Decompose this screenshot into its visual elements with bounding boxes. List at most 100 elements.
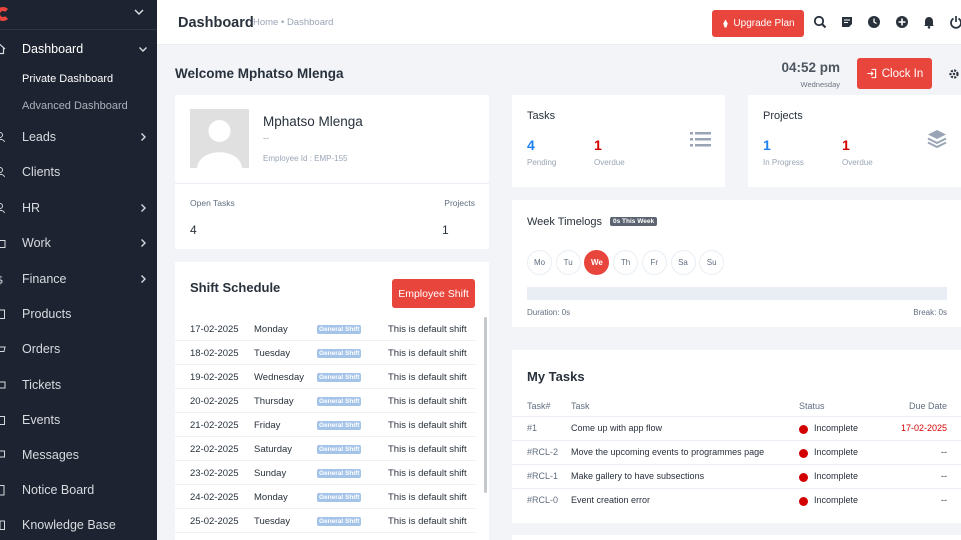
- sidebar-subitem-private-dashboard[interactable]: Private Dashboard: [22, 73, 113, 85]
- open-tasks-count[interactable]: 4: [190, 223, 197, 237]
- shift-day: Tuesday: [254, 516, 291, 527]
- task-row[interactable]: #1 Come up with app flow Incomplete 17-02-2…: [512, 416, 961, 440]
- task-name[interactable]: Come up with app flow: [571, 423, 662, 433]
- shift-note: This is default shift: [388, 396, 467, 407]
- day-we[interactable]: We: [584, 250, 610, 275]
- chevron-down-icon[interactable]: [133, 6, 145, 18]
- sidebar-item-notice-board[interactable]: Notice Board: [0, 472, 157, 507]
- shift-badge[interactable]: General Shift: [317, 373, 362, 382]
- task-number: #1: [527, 423, 538, 433]
- sidebar-item-label: Dashboard: [22, 41, 84, 56]
- breadcrumb[interactable]: Home • Dashboard: [253, 17, 333, 28]
- sidebar-item-events[interactable]: Events: [0, 402, 157, 437]
- task-status: Incomplete: [814, 471, 859, 481]
- sidebar-item-messages[interactable]: Messages: [0, 437, 157, 472]
- sidebar-item-label: Finance: [22, 271, 67, 286]
- shift-badge[interactable]: General Shift: [317, 325, 362, 334]
- shift-day: Monday: [254, 492, 288, 503]
- shift-row: 20-02-2025 Thursday General Shift This is d…: [175, 389, 475, 413]
- sidebar-item-label: Clients: [22, 164, 61, 179]
- tasks-overdue-count[interactable]: 1: [594, 137, 602, 153]
- sidebar-item-orders[interactable]: Orders: [0, 331, 157, 366]
- open-tasks-label: Open Tasks: [190, 198, 235, 208]
- projects-in-progress-count[interactable]: 1: [763, 137, 771, 153]
- shift-badge[interactable]: General Shift: [317, 397, 362, 406]
- shift-note: This is default shift: [388, 420, 467, 431]
- task-due-date: --: [941, 495, 947, 505]
- bell-icon[interactable]: [922, 15, 936, 29]
- day-su[interactable]: Su: [699, 250, 725, 275]
- shift-day: Friday: [254, 420, 281, 431]
- sidebar-header: [0, 0, 157, 30]
- cart-icon: [0, 346, 6, 352]
- my-tasks-title: My Tasks: [527, 369, 585, 384]
- status-dot: [799, 497, 808, 506]
- shift-day: Thursday: [254, 396, 294, 407]
- sidebar-item-dashboard[interactable]: Dashboard: [0, 31, 157, 66]
- task-name[interactable]: Move the upcoming events to programmes p…: [571, 447, 764, 457]
- power-icon[interactable]: [949, 15, 961, 29]
- sidebar-item-hr[interactable]: HR: [0, 190, 157, 225]
- task-number: #RCL-1: [527, 471, 559, 481]
- column-header-status: Status: [799, 401, 825, 411]
- task-row[interactable]: #RCL-1 Make gallery to have subsections In…: [512, 464, 961, 488]
- sidebar-item-knowledge-base[interactable]: Knowledge Base: [0, 507, 157, 540]
- shift-date: 23-02-2025: [190, 468, 239, 479]
- clock-in-button[interactable]: Clock In: [857, 58, 932, 89]
- tasks-pending-count[interactable]: 4: [527, 137, 535, 153]
- box-icon: [0, 309, 5, 319]
- day-fr[interactable]: Fr: [641, 250, 667, 275]
- week-timelogs-badge: 0s This Week: [610, 217, 658, 226]
- sidebar-item-finance[interactable]: $ Finance: [0, 261, 157, 296]
- sign-in-icon: [867, 68, 876, 79]
- gear-icon[interactable]: [948, 68, 960, 80]
- employee-designation: --: [263, 133, 269, 143]
- shift-badge[interactable]: General Shift: [317, 445, 362, 454]
- clock-icon[interactable]: [867, 15, 881, 29]
- day-th[interactable]: Th: [613, 250, 639, 275]
- ticket-icon: [0, 381, 6, 388]
- sidebar-item-leads[interactable]: Leads: [0, 119, 157, 154]
- tasks-title: Tasks: [527, 110, 556, 122]
- shift-badge[interactable]: General Shift: [317, 493, 362, 502]
- profile-card: Mphatso Mlenga -- Employee Id : EMP-155 …: [175, 95, 489, 249]
- sidebar-item-tickets[interactable]: Tickets: [0, 367, 157, 402]
- day-tu[interactable]: Tu: [555, 250, 581, 275]
- sidebar-item-clients[interactable]: Clients: [0, 154, 157, 189]
- scrollbar[interactable]: [484, 317, 487, 493]
- shift-badge[interactable]: General Shift: [317, 421, 362, 430]
- avatar: [190, 109, 249, 168]
- shift-badge[interactable]: General Shift: [317, 469, 362, 478]
- sidebar-item-label: Products: [22, 306, 72, 321]
- upgrade-plan-button[interactable]: Upgrade Plan: [712, 10, 804, 37]
- shift-row: 19-02-2025 Wednesday General Shift This is …: [175, 365, 475, 389]
- sidebar-item-label: Leads: [22, 129, 57, 144]
- sidebar-subitem-advanced-dashboard[interactable]: Advanced Dashboard: [22, 100, 128, 112]
- task-name[interactable]: Event creation error: [571, 495, 650, 505]
- shift-badge[interactable]: General Shift: [317, 517, 362, 526]
- projects-overdue-count[interactable]: 1: [842, 137, 850, 153]
- company-logo[interactable]: [0, 7, 10, 21]
- plus-circle-icon[interactable]: [895, 15, 909, 29]
- employee-name[interactable]: Mphatso Mlenga: [263, 114, 363, 129]
- task-row[interactable]: #RCL-0 Event creation error Incomplete --: [512, 488, 961, 512]
- top-header: Dashboard Home • Dashboard Upgrade Plan: [157, 0, 961, 45]
- dollar-icon: $: [0, 273, 4, 285]
- day-sa[interactable]: Sa: [670, 250, 696, 275]
- task-name[interactable]: Make gallery to have subsections: [571, 471, 704, 481]
- sidebar-item-label: Events: [22, 412, 61, 427]
- shift-date: 18-02-2025: [190, 348, 239, 359]
- projects-count[interactable]: 1: [442, 223, 449, 237]
- column-header-due-date: Due Date: [908, 401, 947, 411]
- task-row[interactable]: #RCL-2 Move the upcoming events to progra…: [512, 440, 961, 464]
- sidebar-item-work[interactable]: Work: [0, 225, 157, 260]
- search-icon[interactable]: [813, 15, 827, 29]
- employee-shift-button[interactable]: Employee Shift: [392, 279, 475, 308]
- sticky-note-icon[interactable]: [840, 15, 854, 29]
- shift-badge[interactable]: General Shift: [317, 349, 362, 358]
- duration-text: Duration: 0s: [527, 308, 571, 317]
- day-mo[interactable]: Mo: [527, 250, 552, 275]
- chevron-right-icon: [141, 203, 146, 212]
- sidebar-item-products[interactable]: Products: [0, 296, 157, 331]
- user-icon: [0, 131, 5, 142]
